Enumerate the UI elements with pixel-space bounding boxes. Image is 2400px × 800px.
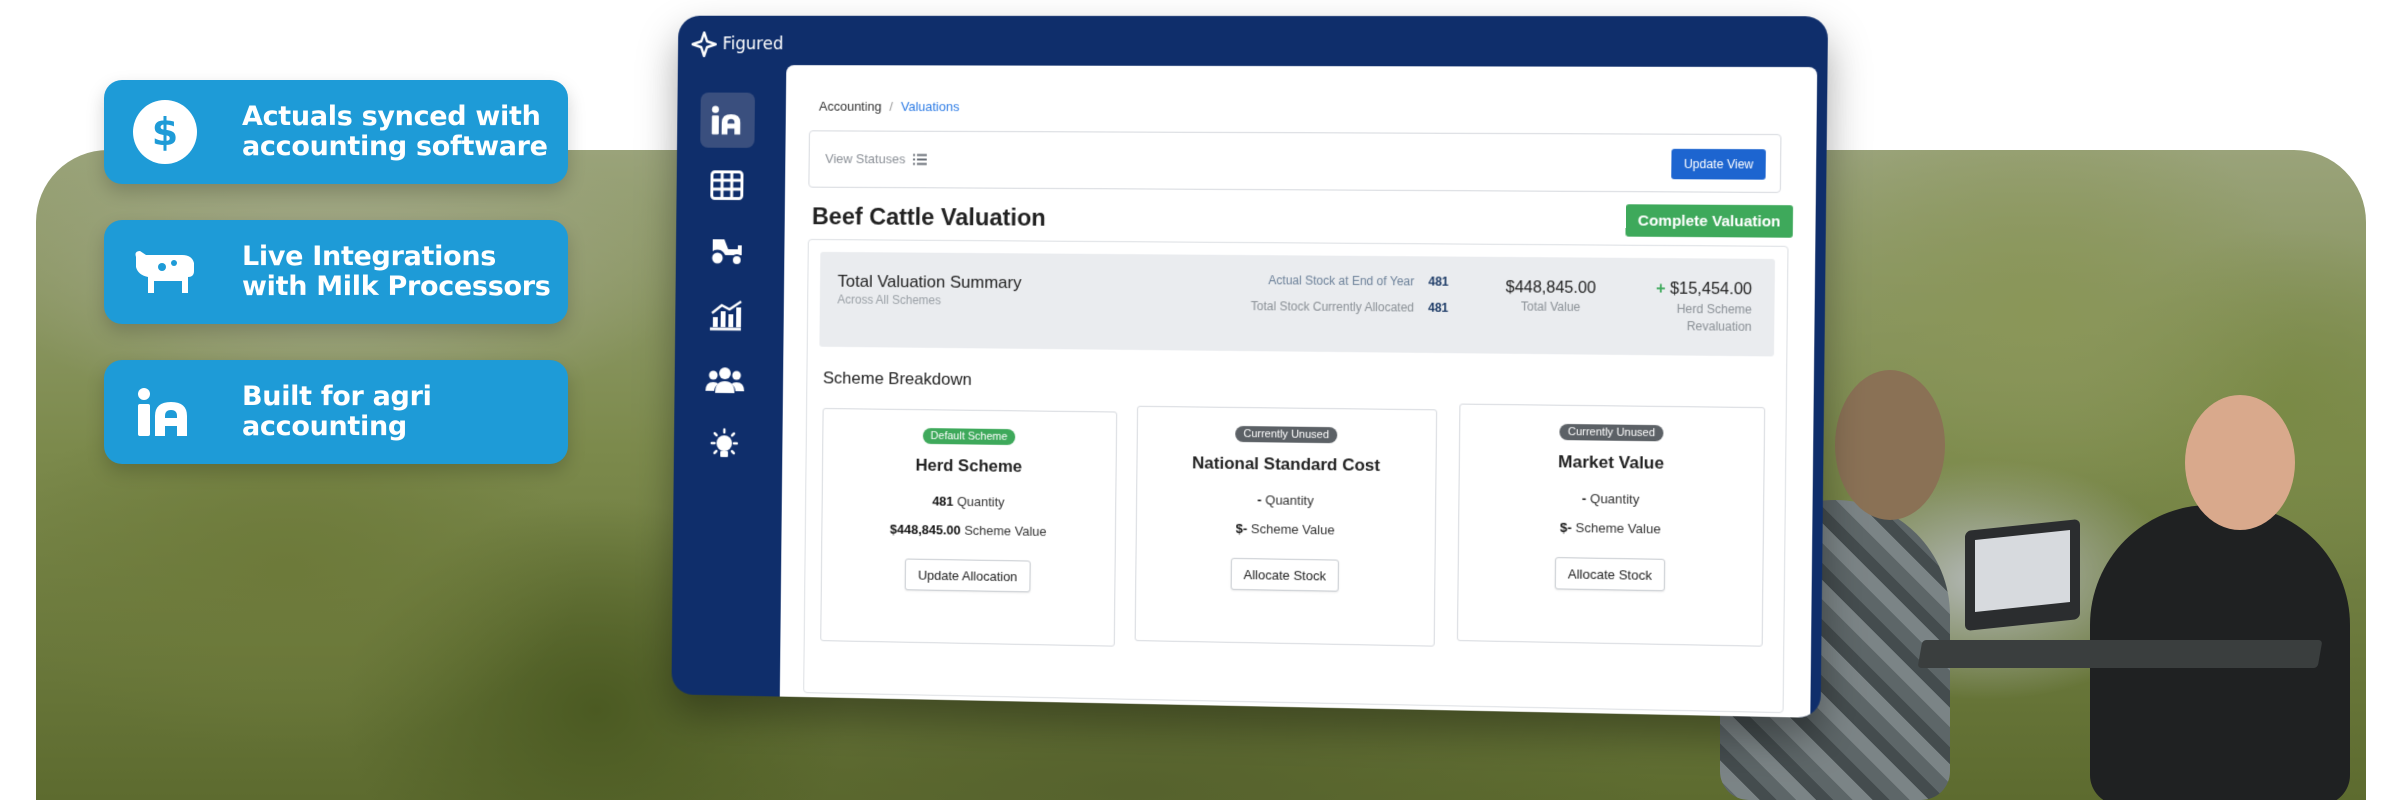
- scheme-value-amount: $-: [1560, 519, 1572, 536]
- picnic-table-photo: [1917, 640, 2323, 668]
- figured-star-logo-icon: [691, 31, 716, 57]
- actual-stock-label: Actual Stock at End of Year: [1268, 273, 1415, 289]
- cow-icon: [130, 237, 200, 307]
- allocated-stock-value: 481: [1428, 300, 1449, 315]
- page-title: Beef Cattle Valuation: [811, 203, 1046, 232]
- scheme-value: $448,845.00 Scheme Value: [822, 521, 1115, 540]
- person-right-head: [2185, 395, 2295, 530]
- breadcrumb-separator: /: [889, 98, 894, 114]
- feature-accounting-sync: $ Actuals synced with accounting softwar…: [104, 80, 568, 184]
- summary-subtitle: Across All Schemes: [837, 292, 942, 308]
- feature-text: Live Integrations with Milk Processors: [242, 242, 551, 302]
- quantity-label: Quantity: [956, 493, 1005, 510]
- breadcrumb-valuations[interactable]: Valuations: [901, 99, 960, 114]
- sidebar: [697, 92, 755, 484]
- tractor-icon: [707, 239, 746, 267]
- app-window: Figured Accounting / Valuations View Statu…: [671, 15, 1829, 718]
- brand-name: Figured: [722, 34, 784, 55]
- total-valuation-summary: Total Valuation Summary Across All Schem…: [819, 251, 1776, 357]
- list-icon: [913, 153, 927, 165]
- update-view-button[interactable]: Update View: [1671, 148, 1766, 180]
- figured-logo-icon: [130, 377, 200, 447]
- allocate-stock-button[interactable]: Allocate Stock: [1230, 557, 1340, 592]
- scheme-value-amount: $448,845.00: [889, 521, 961, 538]
- feature-text: Actuals synced with accounting software: [242, 102, 548, 162]
- sidebar-item-reports[interactable]: [698, 287, 753, 343]
- dollar-circle-icon: $: [130, 97, 200, 167]
- sidebar-item-team[interactable]: [698, 352, 753, 408]
- actual-stock-row: Actual Stock at End of Year 481: [1268, 273, 1448, 289]
- sidebar-item-farm[interactable]: [699, 222, 754, 278]
- svg-text:$: $: [152, 110, 178, 154]
- brand[interactable]: Figured: [691, 31, 783, 57]
- quantity-value: 481: [932, 493, 954, 509]
- feature-line-1: Built for agri: [242, 381, 432, 412]
- laptop-photo: [1965, 518, 2080, 632]
- view-statuses-toggle[interactable]: View Statuses: [825, 151, 927, 166]
- scheme-card-market-value: Currently Unused Market Value - Quantity…: [1456, 403, 1766, 647]
- allocated-stock-row: Total Stock Currently Allocated 481: [1251, 299, 1449, 315]
- scheme-quantity: - Quantity: [1137, 491, 1435, 510]
- laptop-screen: [1975, 530, 2070, 612]
- scheme-name: Herd Scheme: [915, 455, 1023, 476]
- scheme-value: $- Scheme Value: [1459, 518, 1763, 538]
- scheme-value-label: Scheme Value: [964, 522, 1047, 539]
- feature-line-1: Actuals synced with: [242, 101, 541, 132]
- scheme-value-label: Scheme Value: [1250, 521, 1335, 538]
- scheme-card-herd: Default Scheme Herd Scheme 481 Quantity …: [820, 407, 1118, 647]
- allocated-stock-label: Total Stock Currently Allocated: [1250, 299, 1415, 315]
- status-badge: Default Scheme: [922, 428, 1016, 446]
- scheme-name: National Standard Cost: [1192, 453, 1381, 475]
- feature-line-2: with Milk Processors: [242, 271, 551, 302]
- revaluation-sign: +: [1655, 280, 1666, 298]
- revaluation-value: + $15,454.00: [1656, 280, 1752, 299]
- lightbulb-icon: [707, 427, 742, 463]
- table-grid-icon: [710, 170, 743, 200]
- status-badge: Currently Unused: [1235, 425, 1338, 444]
- scheme-quantity: - Quantity: [1459, 489, 1763, 509]
- person-left-head: [1835, 370, 1945, 520]
- feature-line-1: Live Integrations: [242, 241, 497, 272]
- sidebar-item-insights[interactable]: [697, 417, 752, 473]
- users-icon: [705, 367, 745, 394]
- scheme-value-label: Scheme Value: [1575, 520, 1661, 537]
- quantity-label: Quantity: [1265, 492, 1314, 509]
- feature-text: Built for agri accounting: [242, 382, 432, 442]
- quantity-value: -: [1257, 492, 1262, 508]
- view-statuses-label: View Statuses: [825, 151, 906, 167]
- total-value-label: Total Value: [1520, 299, 1581, 315]
- quantity-value: -: [1581, 490, 1587, 507]
- main-content: Accounting / Valuations View Statuses Upda…: [779, 65, 1818, 718]
- status-badge: Currently Unused: [1559, 423, 1664, 442]
- breadcrumb-accounting[interactable]: Accounting: [819, 99, 882, 114]
- filter-toolbar: View Statuses Update View: [808, 130, 1782, 193]
- scheme-value-amount: $-: [1235, 520, 1248, 537]
- quantity-label: Quantity: [1589, 490, 1640, 507]
- update-allocation-button[interactable]: Update Allocation: [905, 558, 1031, 593]
- allocate-stock-button[interactable]: Allocate Stock: [1554, 557, 1666, 592]
- feature-agri-accounting: Built for agri accounting: [104, 360, 568, 464]
- breadcrumb: Accounting / Valuations: [819, 99, 960, 114]
- complete-valuation-button[interactable]: Complete Valuation: [1625, 204, 1794, 238]
- actual-stock-value: 481: [1428, 274, 1449, 289]
- total-value: $448,845.00: [1505, 279, 1597, 298]
- scheme-breakdown-title: Scheme Breakdown: [822, 368, 972, 389]
- scheme-name: Market Value: [1558, 452, 1665, 473]
- feature-milk-integrations: Live Integrations with Milk Processors: [104, 220, 568, 324]
- revaluation-label: Herd Scheme Revaluation: [1676, 301, 1752, 334]
- scheme-card-national-standard-cost: Currently Unused National Standard Cost …: [1134, 405, 1438, 647]
- summary-title: Total Valuation Summary: [837, 271, 1022, 293]
- revaluation-amount: $15,454.00: [1669, 280, 1753, 299]
- feature-line-2: accounting software: [242, 131, 548, 162]
- scheme-value: $- Scheme Value: [1137, 519, 1435, 539]
- summary-panel: Total Valuation Summary Across All Schem…: [803, 238, 1789, 714]
- sidebar-item-tables[interactable]: [700, 157, 755, 212]
- feature-line-2: accounting: [242, 411, 407, 442]
- bar-chart-icon: [708, 299, 743, 331]
- figured-home-icon: [711, 105, 741, 135]
- scheme-quantity: 481 Quantity: [823, 492, 1116, 511]
- sidebar-item-home[interactable]: [700, 92, 755, 148]
